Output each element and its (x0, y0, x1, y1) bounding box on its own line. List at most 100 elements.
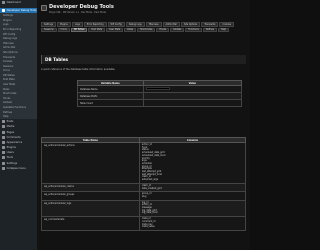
tab-help[interactable]: Help (218, 27, 230, 33)
tools-icon (2, 156, 5, 160)
variable-name-cell: Database Name (77, 85, 144, 93)
variable-value-cell (142, 92, 243, 100)
tab-plugins[interactable]: Plugins (56, 22, 71, 27)
plugin-logo-icon (41, 5, 47, 11)
columns-cell: log_id action_id message log_date_gmt log_da… (138, 199, 247, 218)
redacted-value (145, 87, 170, 90)
table-row: Database Prefix (77, 92, 243, 100)
appearance-icon (2, 140, 5, 144)
sidebar-item-label: Help (3, 115, 9, 119)
columns-cell: meta_id comment_id meta_key meta_value (138, 216, 247, 231)
sidebar-item-label: Defines (3, 110, 13, 114)
tab-functions[interactable]: Functions (185, 27, 202, 33)
main-content: Developer Debug Tools Plugin URL · WP Ve… (37, 0, 250, 250)
sidebar-item-label: Error Reporting (3, 27, 22, 31)
db-info-table: Variable Name Value Database Name Databas… (77, 80, 243, 107)
sidebar-item-label: Site Options (3, 50, 18, 54)
tab-admin-bar[interactable]: Admin Bar (162, 22, 180, 27)
column-name: slug (141, 194, 147, 198)
sidebar-item-label: Media (6, 125, 15, 129)
sidebar-item-label: Roles (3, 87, 10, 91)
table-row: wp_commentmeta meta_id comment_id meta_key m… (41, 216, 247, 231)
page-header: Developer Debug Tools Plugin URL · WP Ve… (37, 0, 250, 22)
posts-icon (2, 120, 5, 124)
sidebar-item-collapse-menu[interactable]: Collapse menu (0, 166, 37, 171)
tab-user-meta[interactable]: User Meta (106, 27, 124, 33)
tab-cookies[interactable]: Cookies (219, 22, 235, 27)
tab-logs[interactable]: Logs (71, 22, 83, 27)
table-name-cell: wp_actionscheduler_groups (41, 191, 140, 201)
collapse-menu-icon (2, 166, 5, 170)
tab-post-meta[interactable]: Post Meta (88, 27, 106, 33)
sidebar-item-label: Shortcodes (3, 92, 17, 96)
developer-debug-tools-icon (2, 9, 5, 13)
table-row: wp_actionscheduler_claims claim_id date_cr… (41, 182, 247, 193)
db-tables-table: Table Name Columns wp_actionscheduler_ac… (41, 137, 247, 231)
sidebar-item-label: Cookies (3, 60, 13, 64)
table-name-cell: wp_actionscheduler_logs (41, 199, 140, 218)
column-name: date_created_gmt (141, 186, 162, 190)
tab-settings[interactable]: Settings (41, 22, 56, 27)
column-name: log_date_local (141, 211, 158, 215)
settings-icon (2, 161, 5, 165)
tab-bar: Settings Plugins Logs Error Reporting WP Con… (41, 22, 246, 33)
section-title: DB Tables (45, 57, 69, 62)
page-subtitle: Plugin URL · WP Version x.x · Dev Mode ·… (49, 10, 107, 14)
dashboard-icon (2, 1, 5, 5)
columns-cell: action_id hook status scheduled_date_gmt sch… (138, 142, 247, 184)
variable-value-cell (142, 99, 243, 107)
sidebar-item-label: Htaccess (3, 41, 14, 45)
sidebar-item-label: Plugins (6, 146, 16, 150)
table-row: wp_actionscheduler_actions action_id hook s… (41, 142, 247, 184)
comments-icon (2, 135, 5, 139)
tab-wp-config[interactable]: WP Config (107, 22, 125, 27)
sidebar-item-label: Developer Debug Tools (6, 9, 37, 13)
table-row: wp_actionscheduler_groups group_id slug (41, 191, 247, 201)
sidebar-item-label: Tools (6, 156, 13, 160)
tab-defines[interactable]: Defines (202, 27, 218, 33)
tab-db-tables[interactable]: DB Tables (70, 27, 88, 33)
sidebar-item-label: Settings (6, 161, 18, 165)
tab-shortcodes[interactable]: Shortcodes (137, 27, 156, 33)
sidebar-item-label: Post Meta (3, 78, 15, 82)
tab-debug-logs[interactable]: Debug Logs (125, 22, 145, 27)
sidebar-item-label: Available Functions (3, 106, 26, 110)
sidebar-item-label: Plugins (3, 18, 12, 22)
sidebar-item-label: Settings (3, 14, 13, 18)
table-name-cell: wp_actionscheduler_actions (41, 142, 140, 184)
sidebar-item-label: Dashboard (6, 1, 21, 5)
users-icon (2, 151, 5, 155)
sidebar-item-label: Appearance (6, 140, 23, 144)
tab-sessions[interactable]: Sessions (41, 27, 57, 33)
sidebar-item-label: User Meta (3, 83, 16, 87)
sidebar-item-label: Transients (3, 55, 16, 59)
tab-transients[interactable]: Transients (201, 22, 219, 27)
sidebar-item-label: WP Config (3, 32, 16, 36)
sidebar-item-label: Posts (6, 120, 14, 124)
table-row: Database Name (77, 85, 243, 93)
section-description: A quick reference of the database table … (41, 68, 116, 71)
tab-crons[interactable]: Crons (57, 27, 70, 33)
plugins-icon (2, 146, 5, 150)
sidebar-item-label: Sessions (3, 64, 14, 68)
table-name-cell: wp_commentmeta (41, 216, 140, 231)
tab-error-reporting[interactable]: Error Reporting (83, 22, 107, 27)
sidebar-item-label: Admin Bar (3, 46, 16, 50)
sidebar-item-label: Users (6, 151, 14, 155)
sidebar-item-label: Pages (6, 130, 15, 134)
tab-hooks[interactable]: Hooks (156, 27, 170, 33)
tab-site-options[interactable]: Site Options (180, 22, 201, 27)
sidebar-item-label: DB Tables (3, 73, 15, 77)
column-name: meta_value (141, 225, 155, 229)
tab-globals[interactable]: Globals (170, 27, 185, 33)
columns-cell: group_id slug (138, 191, 247, 201)
table-row: Table Count (77, 99, 243, 107)
variable-value-cell (142, 85, 243, 93)
tab-roles[interactable]: Roles (124, 27, 137, 33)
admin-sidebar: Dashboard Developer Debug Tools Settings Pl… (0, 0, 37, 250)
sidebar-item-label: Collapse menu (6, 166, 26, 170)
media-icon (2, 125, 5, 129)
sidebar-item-label: Globals (3, 101, 12, 105)
tab-htaccess[interactable]: Htaccess (145, 22, 162, 27)
column-name: extended_args (141, 178, 159, 182)
